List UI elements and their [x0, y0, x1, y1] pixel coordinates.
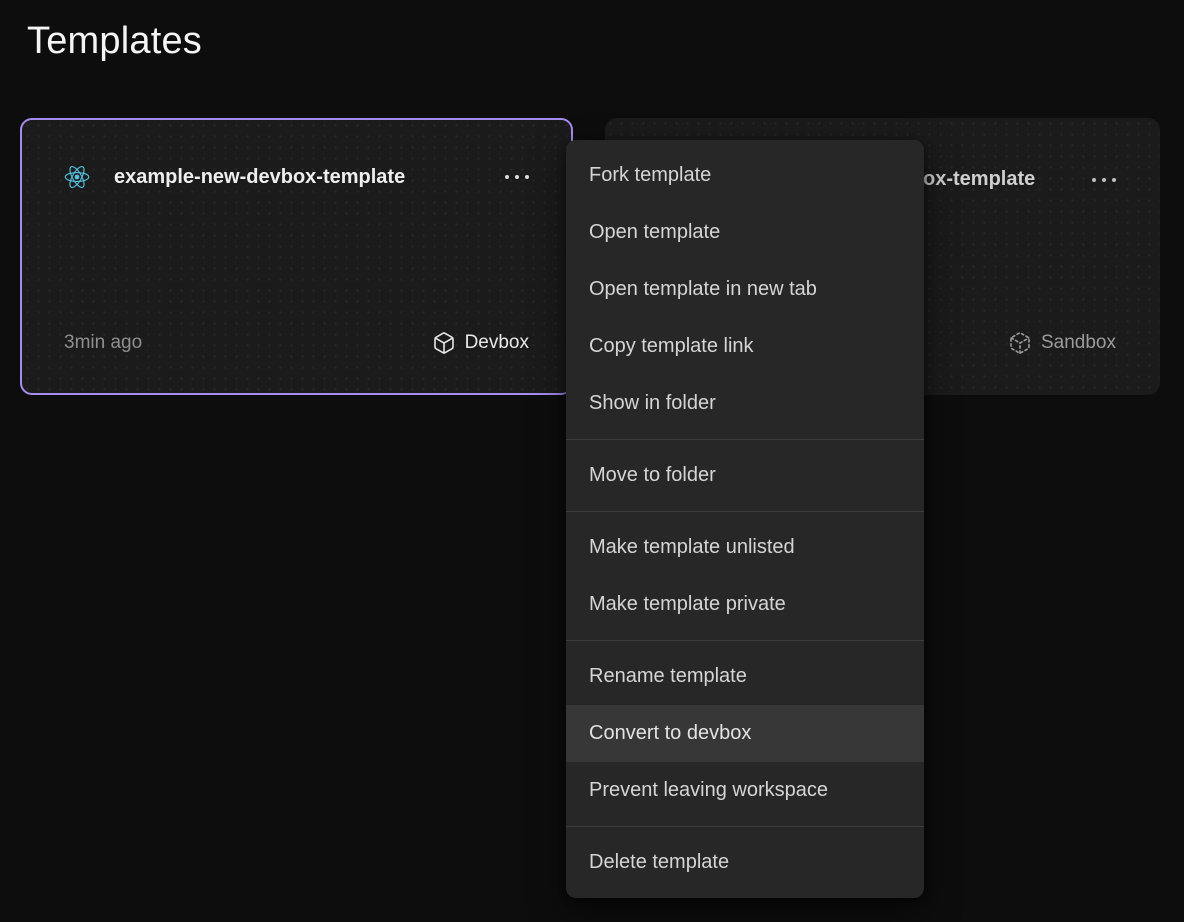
sandbox-badge: Sandbox [1008, 331, 1116, 355]
menu-item-open-template[interactable]: Open template [566, 204, 924, 261]
template-name: example-new-devbox-template [114, 166, 405, 189]
card-header: example-new-devbox-template [64, 164, 529, 190]
menu-item-convert-to-devbox[interactable]: Convert to devbox [566, 705, 924, 762]
more-options-button[interactable] [1092, 178, 1116, 182]
more-options-button[interactable] [505, 175, 529, 179]
templates-page: Templates example-new-devbox-template 3m… [0, 0, 1184, 922]
template-name-partial: ox-template [923, 168, 1035, 191]
menu-item-prevent-leaving-workspace[interactable]: Prevent leaving workspace [566, 762, 924, 819]
menu-item-make-template-private[interactable]: Make template private [566, 576, 924, 633]
menu-item-delete-template[interactable]: Delete template [566, 834, 924, 891]
menu-section: Delete template [566, 826, 924, 898]
menu-section: Rename template Convert to devbox Preven… [566, 640, 924, 826]
template-card-devbox[interactable]: example-new-devbox-template 3min ago Dev… [20, 118, 573, 395]
menu-item-open-template-new-tab[interactable]: Open template in new tab [566, 261, 924, 318]
menu-section: Move to folder [566, 439, 924, 511]
menu-item-move-to-folder[interactable]: Move to folder [566, 447, 924, 504]
timestamp: 3min ago [64, 332, 142, 354]
menu-item-show-in-folder[interactable]: Show in folder [566, 375, 924, 432]
card-footer: 3min ago Devbox [64, 331, 529, 355]
type-label: Devbox [465, 332, 529, 354]
menu-item-rename-template[interactable]: Rename template [566, 648, 924, 705]
type-label: Sandbox [1041, 332, 1116, 354]
menu-section: Make template unlisted Make template pri… [566, 511, 924, 640]
cube-icon [432, 331, 456, 355]
menu-section: Fork template Open template Open templat… [566, 140, 924, 439]
devbox-badge: Devbox [432, 331, 529, 355]
dashed-cube-icon [1008, 331, 1032, 355]
menu-item-fork-template[interactable]: Fork template [566, 147, 924, 204]
template-context-menu: Fork template Open template Open templat… [566, 140, 924, 898]
menu-item-make-template-unlisted[interactable]: Make template unlisted [566, 519, 924, 576]
menu-item-copy-template-link[interactable]: Copy template link [566, 318, 924, 375]
react-icon [64, 164, 90, 190]
page-title: Templates [27, 20, 202, 63]
